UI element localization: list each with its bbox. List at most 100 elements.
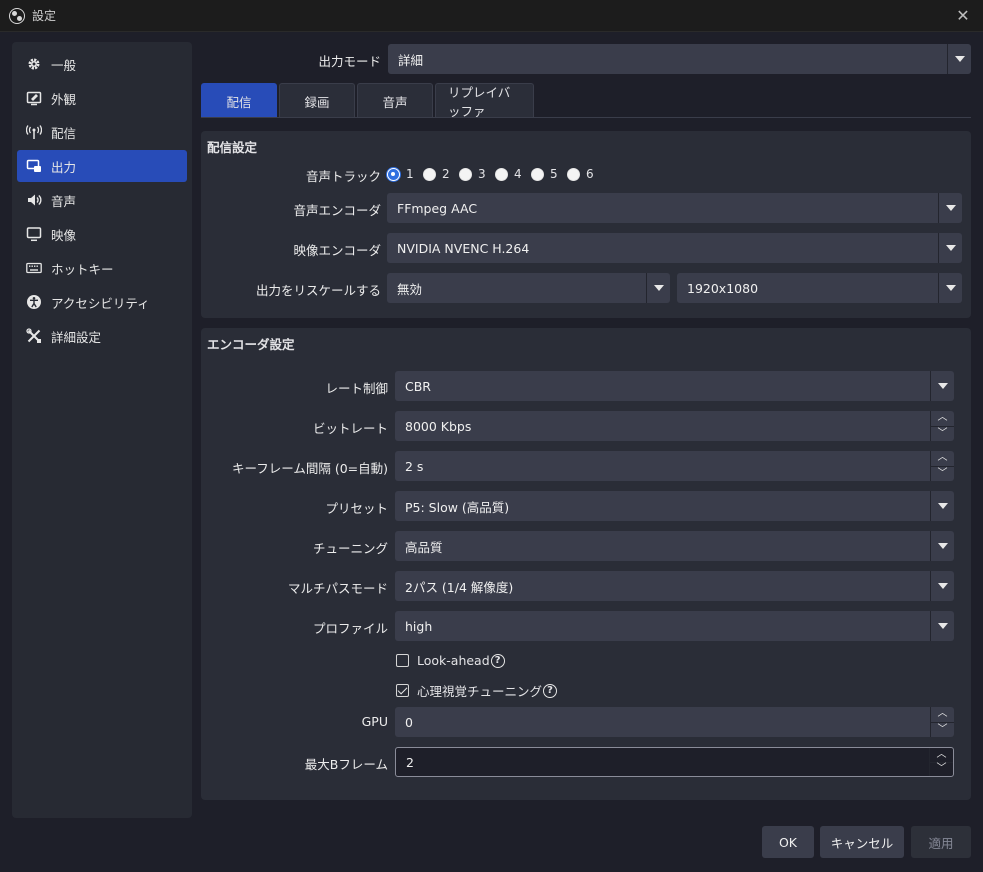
preset-select[interactable]: P5: Slow (高品質) (395, 491, 954, 521)
tools-icon (25, 327, 43, 345)
preset-label: プリセット (325, 501, 388, 516)
tab-audio[interactable]: 音声 (357, 83, 433, 118)
chevron-down-icon (938, 193, 962, 223)
chevron-up-icon[interactable]: ︿ (930, 748, 953, 762)
multipass-value: 2パス (1/4 解像度) (405, 579, 514, 595)
lookahead-checkbox[interactable]: Look-ahead ? (396, 653, 505, 668)
keyframe-interval-label: キーフレーム間隔 (0=自動) (231, 461, 388, 476)
chevron-down-icon (646, 273, 670, 303)
gpu-label: GPU (361, 714, 388, 729)
chevron-down-icon[interactable]: ﹀ (931, 465, 954, 482)
audio-track-radio-5[interactable]: 5 (531, 167, 558, 181)
rescale-select[interactable]: 無効 (387, 273, 670, 303)
rate-control-label: レート制御 (325, 381, 388, 396)
encoder-settings-title: エンコーダ設定 (207, 337, 295, 352)
audio-track-radio-3[interactable]: 3 (459, 167, 486, 181)
chevron-down-icon (930, 531, 954, 561)
rescale-resolution-select[interactable]: 1920x1080 (677, 273, 962, 303)
cancel-button[interactable]: キャンセル (820, 826, 904, 858)
speaker-icon (25, 191, 43, 209)
sidebar-item-output[interactable]: 出力 (17, 150, 187, 182)
apply-button[interactable]: 適用 (911, 826, 971, 858)
appearance-icon (25, 89, 43, 107)
gpu-spinbox[interactable]: 0 ︿ ﹀ (395, 707, 954, 737)
sidebar-item-label: 映像 (51, 227, 77, 243)
bitrate-value: 8000 Kbps (405, 418, 472, 434)
output-mode-select[interactable]: 詳細 (388, 44, 971, 74)
title-bar: 設定 ✕ (0, 0, 983, 32)
audio-track-label: 音声トラック (305, 169, 381, 184)
stream-settings-group: 配信設定 音声トラック 1 2 3 4 5 6 音声エンコーダ FFmpeg A… (201, 131, 971, 318)
max-bframes-label: 最大Bフレーム (304, 757, 388, 772)
sidebar-item-hotkeys[interactable]: ホットキー (17, 252, 187, 284)
sidebar-item-label: 外観 (51, 91, 77, 107)
sidebar-item-label: 一般 (51, 57, 77, 73)
sidebar-item-label: 出力 (51, 159, 77, 175)
rescale-value: 無効 (397, 281, 423, 297)
close-icon[interactable]: ✕ (953, 6, 973, 26)
video-encoder-value: NVIDIA NVENC H.264 (397, 240, 530, 256)
audio-track-radio-2[interactable]: 2 (423, 167, 450, 181)
chevron-down-icon[interactable]: ﹀ (930, 761, 953, 777)
help-icon[interactable]: ? (490, 653, 505, 668)
audio-track-radio-4[interactable]: 4 (495, 167, 522, 181)
checkbox-box (396, 654, 409, 667)
tab-recording[interactable]: 録画 (279, 83, 355, 118)
window-title: 設定 (32, 9, 57, 23)
sidebar-item-appearance[interactable]: 外観 (17, 82, 187, 114)
chevron-down-icon (930, 371, 954, 401)
sidebar-item-video[interactable]: 映像 (17, 218, 187, 250)
chevron-up-icon[interactable]: ︿ (931, 411, 954, 426)
sidebar-item-general[interactable]: 一般 (17, 48, 187, 80)
chevron-down-icon (947, 44, 971, 74)
video-encoder-label: 映像エンコーダ (293, 243, 381, 258)
profile-label: プロファイル (312, 621, 388, 636)
encoder-settings-group: エンコーダ設定 レート制御 CBR ビットレート 8000 Kbps ︿ ﹀ キー… (201, 328, 971, 800)
gpu-value: 0 (405, 714, 413, 730)
stream-settings-title: 配信設定 (207, 140, 258, 155)
lookahead-label: Look-ahead (417, 653, 490, 668)
sidebar-item-stream[interactable]: 配信 (17, 116, 187, 148)
audio-encoder-select[interactable]: FFmpeg AAC (387, 193, 962, 223)
gear-icon (25, 55, 43, 73)
profile-select[interactable]: high (395, 611, 954, 641)
max-bframes-spinbox[interactable]: 2 ︿ ﹀ (395, 747, 954, 777)
monitor-icon (25, 225, 43, 243)
sidebar-item-audio[interactable]: 音声 (17, 184, 187, 216)
output-mode-value: 詳細 (398, 52, 424, 68)
chevron-down-icon[interactable]: ﹀ (931, 425, 954, 442)
help-icon[interactable]: ? (543, 683, 558, 698)
output-mode-label: 出力モード (318, 54, 381, 69)
sidebar-item-label: ホットキー (51, 261, 114, 277)
psycho-visual-tuning-checkbox[interactable]: 心理視覚チューニング ? (396, 681, 558, 700)
multipass-label: マルチパスモード (287, 581, 388, 596)
ok-button[interactable]: OK (762, 826, 814, 858)
bitrate-spinbox[interactable]: 8000 Kbps ︿ ﹀ (395, 411, 954, 441)
rescale-label: 出力をリスケールする (255, 283, 381, 298)
tab-stream[interactable]: 配信 (201, 83, 277, 118)
sidebar-item-label: 音声 (51, 193, 77, 209)
chevron-down-icon (930, 611, 954, 641)
audio-track-radio-1[interactable]: 1 (387, 167, 414, 181)
max-bframes-value: 2 (406, 754, 414, 770)
chevron-down-icon[interactable]: ﹀ (931, 721, 954, 738)
tab-replay-buffer[interactable]: リプレイバッファ (435, 83, 534, 119)
tuning-select[interactable]: 高品質 (395, 531, 954, 561)
video-encoder-select[interactable]: NVIDIA NVENC H.264 (387, 233, 962, 263)
sidebar-item-label: 配信 (51, 125, 77, 141)
multipass-select[interactable]: 2パス (1/4 解像度) (395, 571, 954, 601)
keyframe-interval-spinbox[interactable]: 2 s ︿ ﹀ (395, 451, 954, 481)
output-tabs: 配信 録画 音声 リプレイバッファ (201, 83, 536, 119)
sidebar-item-advanced[interactable]: 詳細設定 (17, 320, 187, 352)
chevron-up-icon[interactable]: ︿ (931, 707, 954, 722)
rescale-resolution-value: 1920x1080 (687, 280, 759, 296)
preset-value: P5: Slow (高品質) (405, 499, 510, 515)
checkbox-box (396, 684, 409, 697)
profile-value: high (405, 618, 433, 634)
tuning-value: 高品質 (405, 539, 443, 555)
rate-control-value: CBR (405, 378, 431, 394)
audio-track-radio-6[interactable]: 6 (567, 167, 594, 181)
chevron-up-icon[interactable]: ︿ (931, 451, 954, 466)
sidebar-item-accessibility[interactable]: アクセシビリティ (17, 286, 187, 318)
rate-control-select[interactable]: CBR (395, 371, 954, 401)
